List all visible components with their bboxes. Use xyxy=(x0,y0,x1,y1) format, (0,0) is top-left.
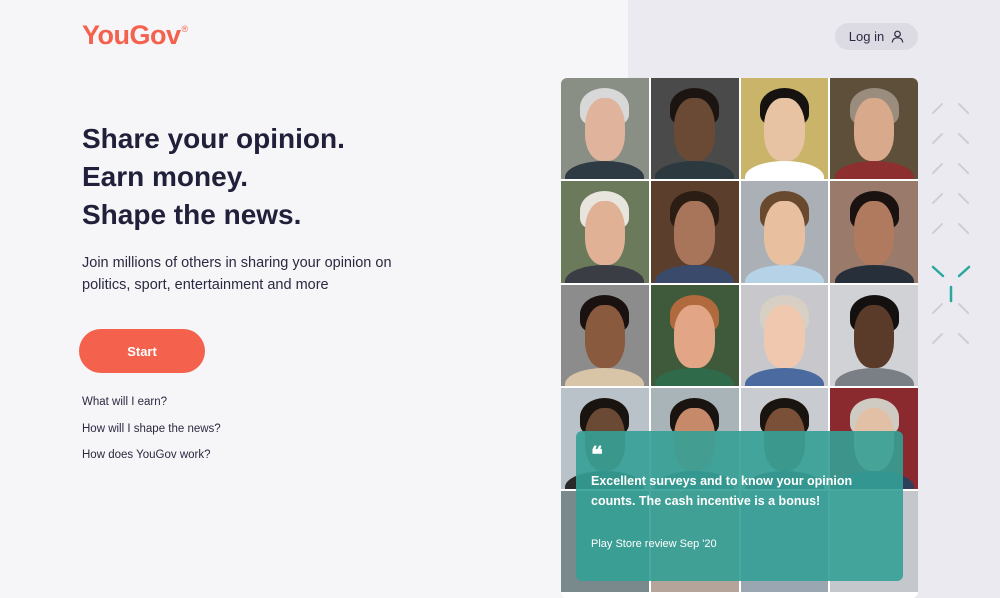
start-button[interactable]: Start xyxy=(79,329,205,373)
photo-shoulders xyxy=(655,264,735,283)
review-source: Play Store review Sep '20 xyxy=(591,538,717,550)
member-photo xyxy=(650,181,739,283)
photo-face xyxy=(674,305,715,368)
login-button[interactable]: Log in xyxy=(835,23,918,50)
yougov-logo[interactable]: YouGov® xyxy=(82,20,188,51)
photo-face xyxy=(764,98,805,161)
login-label: Log in xyxy=(848,29,885,44)
review-text: Excellent surveys and to know your opini… xyxy=(591,474,853,508)
decorative-pattern xyxy=(931,103,971,344)
member-photo xyxy=(561,78,649,179)
member-photo xyxy=(561,285,649,386)
hero-headline: Share your opinion. Earn money. Shape th… xyxy=(82,120,345,234)
photo-shoulders xyxy=(834,160,914,179)
member-photo xyxy=(561,181,649,283)
photo-shoulders xyxy=(565,160,645,179)
faq-link-how-it-works[interactable]: How does YouGov work? xyxy=(82,447,221,474)
photo-shoulders xyxy=(655,160,735,179)
user-icon xyxy=(891,30,904,43)
faq-link-earn[interactable]: What will I earn? xyxy=(82,394,221,421)
quote-icon: ❝ xyxy=(591,442,603,468)
photo-face xyxy=(764,201,805,265)
photo-shoulders xyxy=(744,264,824,283)
photo-face xyxy=(764,305,805,368)
page: YouGov® Log in Share your opinion. Earn … xyxy=(0,0,1000,598)
member-photo xyxy=(740,181,829,283)
member-photo xyxy=(650,285,739,386)
photo-face xyxy=(584,305,626,368)
member-photo xyxy=(830,78,918,179)
member-photo xyxy=(740,285,829,386)
photo-face xyxy=(674,201,715,265)
photo-face xyxy=(674,98,715,161)
photo-shoulders xyxy=(565,264,645,283)
member-photo xyxy=(830,285,918,386)
photo-face xyxy=(584,98,626,161)
member-photo xyxy=(650,78,739,179)
headline-line-1: Share your opinion. xyxy=(82,123,345,154)
photo-face xyxy=(584,201,626,265)
photo-face xyxy=(853,98,895,161)
hero-subtext: Join millions of others in sharing your … xyxy=(82,255,392,293)
headline-line-2: Earn money. xyxy=(82,161,248,192)
photo-face xyxy=(853,201,895,265)
registered-mark: ® xyxy=(181,24,189,34)
faq-link-shape-news[interactable]: How will I shape the news? xyxy=(82,421,221,448)
photo-shoulders xyxy=(744,367,824,386)
photo-shoulders xyxy=(834,367,914,386)
photo-shoulders xyxy=(744,160,824,179)
review-card: ❝ Excellent surveys and to know your opi… xyxy=(576,431,903,581)
photo-shoulders xyxy=(655,367,735,386)
faq-links: What will I earn? How will I shape the n… xyxy=(82,394,221,474)
photo-face xyxy=(853,305,895,368)
headline-line-3: Shape the news. xyxy=(82,199,302,230)
member-photo xyxy=(740,78,829,179)
member-photo xyxy=(830,181,918,283)
logo-text: YouGov xyxy=(82,20,181,50)
accent-mark xyxy=(931,265,971,303)
photo-shoulders xyxy=(834,264,914,283)
photo-shoulders xyxy=(565,367,645,386)
